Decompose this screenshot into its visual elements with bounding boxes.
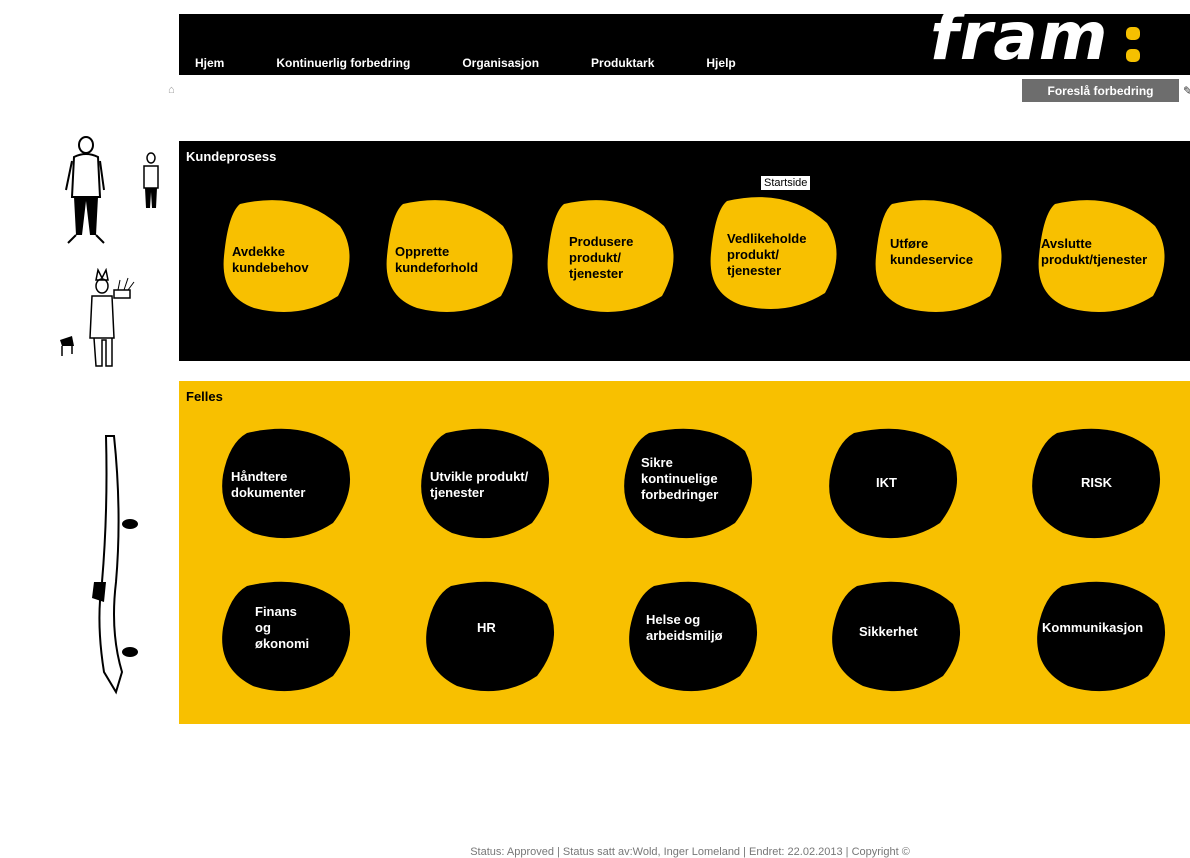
felles-hr[interactable]: HR xyxy=(421,576,561,696)
nav-hjelp[interactable]: Hjelp xyxy=(706,56,735,70)
kundeprosess-panel: Kundeprosess Avdekke kundebehov Opprette… xyxy=(179,141,1190,361)
felles-ikt[interactable]: IKT xyxy=(824,423,964,543)
process-produsere-produkt-tjenester[interactable]: Produsere produkt/ tjenester xyxy=(544,196,679,316)
lying-figure-illustration-icon xyxy=(92,435,138,695)
nav-kontinuerlig-forbedring[interactable]: Kontinuerlig forbedring xyxy=(276,56,410,70)
main-nav: Hjem Kontinuerlig forbedring Organisasjo… xyxy=(195,56,736,70)
felles-sikre-kontinuelige-forbedringer[interactable]: Sikre kontinuelige forbedringer xyxy=(619,423,759,543)
felles-helse-og-arbeidsmiljo[interactable]: Helse og arbeidsmiljø xyxy=(624,576,764,696)
process-opprette-kundeforhold[interactable]: Opprette kundeforhold xyxy=(383,196,518,316)
process-vedlikeholde-produkt-tjenester[interactable]: Vedlikeholde produkt/ tjenester xyxy=(707,193,842,315)
felles-risk[interactable]: RISK xyxy=(1027,423,1167,543)
edit-icon[interactable]: ✎ xyxy=(1183,84,1190,98)
nav-organisasjon[interactable]: Organisasjon xyxy=(462,56,539,70)
chef-with-cake-illustration-icon xyxy=(60,268,135,367)
small-man-illustration-icon xyxy=(143,152,159,208)
kundeprosess-title: Kundeprosess xyxy=(186,149,277,164)
home-icon[interactable]: ⌂ xyxy=(168,84,175,96)
felles-sikkerhet[interactable]: Sikkerhet xyxy=(827,576,967,696)
felles-title: Felles xyxy=(186,389,223,404)
felles-panel: Felles Håndtere dokumenter Utvikle produ… xyxy=(179,381,1190,724)
felles-kommunikasjon[interactable]: Kommunikasjon xyxy=(1032,576,1172,696)
startside-tooltip: Startside xyxy=(760,175,812,191)
felles-utvikle-produkt-tjenester[interactable]: Utvikle produkt/ tjenester xyxy=(416,423,556,543)
process-avslutte-produkt-tjenester[interactable]: Avslutte produkt/tjenester xyxy=(1035,196,1170,316)
process-utfore-kundeservice[interactable]: Utføre kundeservice xyxy=(872,196,1007,316)
nav-produktark[interactable]: Produktark xyxy=(591,56,654,70)
nav-hjem[interactable]: Hjem xyxy=(195,56,224,70)
fram-logo: fram xyxy=(930,0,1109,75)
felles-finans-og-okonomi[interactable]: Finans og økonomi xyxy=(217,576,357,696)
man-illustration-icon xyxy=(65,136,105,244)
logo-colon-dots xyxy=(1126,27,1140,71)
process-avdekke-kundebehov[interactable]: Avdekke kundebehov xyxy=(220,196,355,316)
suggest-improvement-button[interactable]: Foreslå forbedring xyxy=(1022,79,1179,102)
felles-handtere-dokumenter[interactable]: Håndtere dokumenter xyxy=(217,423,357,543)
page-footer-status: Status: Approved | Status satt av:Wold, … xyxy=(470,846,910,858)
